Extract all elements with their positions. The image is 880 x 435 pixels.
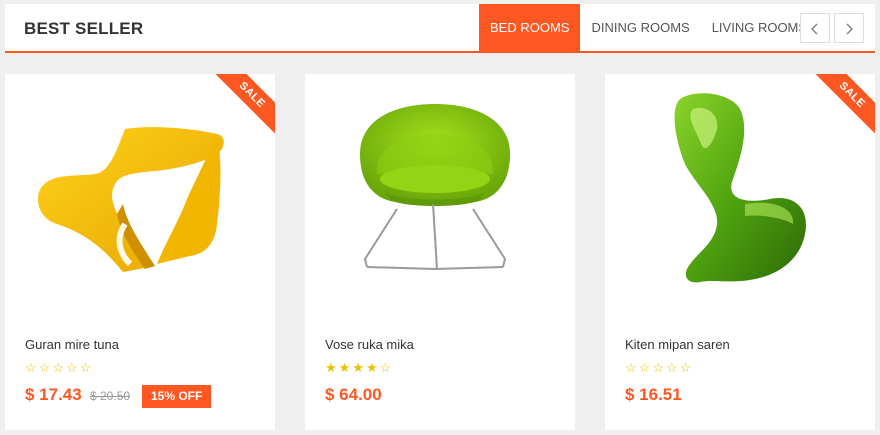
product-price: $ 16.51 (625, 385, 682, 404)
star-empty-icon: ☆ (52, 360, 64, 375)
tab-dining-rooms[interactable]: DINING ROOMS (580, 4, 700, 51)
product-image-yellow-chair[interactable] (5, 74, 275, 324)
product-price: $ 17.43 (25, 385, 82, 404)
star-empty-icon: ☆ (38, 360, 51, 375)
prev-button[interactable] (800, 13, 830, 43)
star-filled-icon: ★ (365, 360, 378, 375)
star-empty-icon: ☆ (679, 360, 692, 375)
product-image-green-panton-chair[interactable] (605, 74, 875, 324)
product-name[interactable]: Vose ruka mika (325, 337, 414, 352)
discount-badge: 15% OFF (142, 385, 212, 408)
star-empty-icon: ☆ (625, 360, 637, 375)
product-image-green-armchair[interactable] (305, 74, 575, 324)
chevron-right-icon (846, 23, 853, 35)
chevron-left-icon (811, 23, 818, 35)
product-card[interactable]: SALE Kiten mipan saren ☆ ☆ ☆ ☆ ☆ $ 16.51 (605, 74, 875, 430)
product-card[interactable]: SALE Guran mire tuna ☆ ☆ ☆ ☆ ☆ $ 17.43 $… (5, 74, 275, 430)
star-filled-icon: ★ (325, 360, 337, 375)
tab-bed-rooms[interactable]: BED ROOMS (479, 4, 581, 51)
product-card[interactable]: Vose ruka mika ★ ★ ★ ★ ☆ $ 64.00 (305, 74, 575, 430)
section-title: BEST SELLER (24, 19, 144, 38)
rating-stars: ★ ★ ★ ★ ☆ (325, 361, 391, 375)
star-filled-icon: ★ (338, 360, 351, 375)
best-seller-header: BEST SELLER BED ROOMS DINING ROOMS LIVIN… (5, 4, 875, 53)
old-price: $ 20.50 (90, 389, 131, 403)
star-empty-icon: ☆ (379, 360, 392, 375)
star-empty-icon: ☆ (638, 360, 651, 375)
star-empty-icon: ☆ (65, 360, 78, 375)
star-filled-icon: ★ (352, 360, 364, 375)
category-tabs: BED ROOMS DINING ROOMS LIVING ROOMS (479, 4, 818, 51)
product-name[interactable]: Guran mire tuna (25, 337, 119, 352)
next-button[interactable] (834, 13, 864, 43)
rating-stars: ☆ ☆ ☆ ☆ ☆ (25, 361, 91, 375)
star-empty-icon: ☆ (25, 360, 37, 375)
star-empty-icon: ☆ (652, 360, 664, 375)
star-empty-icon: ☆ (665, 360, 678, 375)
product-name[interactable]: Kiten mipan saren (625, 337, 730, 352)
star-empty-icon: ☆ (79, 360, 92, 375)
product-price: $ 64.00 (325, 385, 382, 404)
rating-stars: ☆ ☆ ☆ ☆ ☆ (625, 361, 691, 375)
